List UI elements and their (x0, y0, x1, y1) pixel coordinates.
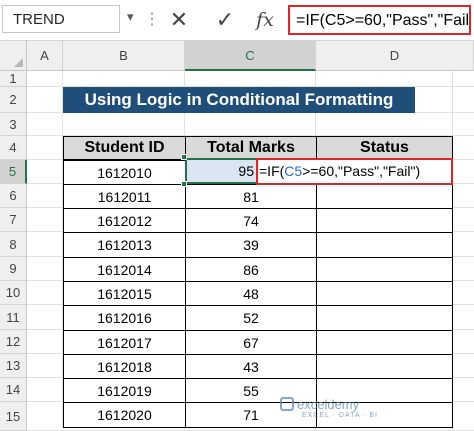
student-id-cell[interactable]: 1612010 (63, 160, 186, 185)
formula-input[interactable]: =IF(C5>=60,"Pass","Fail") (288, 5, 471, 35)
insert-function-button[interactable]: fx (247, 5, 283, 35)
row-header-10[interactable]: 10 (0, 281, 27, 305)
status-cell[interactable] (316, 208, 453, 233)
exceldemy-logo-icon (280, 397, 294, 411)
name-box-dropdown-icon[interactable]: ▾ (127, 9, 134, 25)
total-marks-cell[interactable]: 81 (185, 184, 317, 209)
total-marks-cell[interactable]: 86 (185, 257, 317, 282)
formula-prefix: =IF( (259, 163, 285, 179)
student-id-cell[interactable]: 1612015 (63, 281, 186, 306)
more-options-icon[interactable]: ⋮ (144, 9, 160, 29)
row-header-15[interactable]: 15 (0, 402, 27, 431)
formula-bar: TREND ▾ ⋮ ✕ ✓ fx =IF(C5>=60,"Pass","Fail… (0, 0, 474, 41)
cancel-button[interactable]: ✕ (161, 5, 197, 35)
active-cell-c5[interactable]: 95 (185, 158, 258, 184)
student-id-cell[interactable]: 1612014 (63, 257, 186, 282)
status-cell[interactable] (316, 257, 453, 282)
row-header-4[interactable]: 4 (0, 136, 27, 160)
total-marks-cell[interactable]: 39 (185, 232, 317, 258)
student-id-cell[interactable]: 1612019 (63, 378, 186, 403)
row-header-1[interactable]: 1 (0, 71, 27, 87)
header-student-id[interactable]: Student ID (63, 136, 186, 160)
column-header-c[interactable]: C (185, 41, 316, 71)
column-header-d[interactable]: D (316, 41, 474, 71)
watermark: exceldemy EXCEL · DATA · BI (280, 397, 377, 419)
student-id-cell[interactable]: 1612020 (63, 402, 186, 428)
row-header-14[interactable]: 14 (0, 378, 27, 402)
student-id-cell[interactable]: 1612017 (63, 330, 186, 355)
column-header-a[interactable]: A (27, 41, 63, 71)
row-header-8[interactable]: 8 (0, 232, 27, 257)
total-marks-cell[interactable]: 67 (185, 330, 317, 355)
row-header-11[interactable]: 11 (0, 305, 27, 330)
total-marks-cell[interactable]: 48 (185, 281, 317, 306)
student-id-cell[interactable]: 1612011 (63, 184, 186, 209)
selection-handle[interactable] (181, 154, 187, 160)
status-cell[interactable] (316, 184, 453, 209)
title-banner[interactable]: Using Logic in Conditional Formatting (63, 87, 415, 113)
header-total-marks[interactable]: Total Marks (185, 136, 317, 160)
student-id-cell[interactable]: 1612016 (63, 305, 186, 331)
formula-cell-reference: C5 (284, 163, 303, 179)
status-cell[interactable] (316, 330, 453, 355)
row-header-6[interactable]: 6 (0, 184, 27, 208)
status-cell[interactable] (316, 281, 453, 306)
select-all-button[interactable] (0, 41, 27, 71)
student-id-cell[interactable]: 1612012 (63, 208, 186, 233)
total-marks-cell[interactable]: 43 (185, 354, 317, 379)
select-all-icon (14, 58, 23, 67)
watermark-subtext: EXCEL · DATA · BI (302, 412, 378, 419)
row-header-5[interactable]: 5 (0, 160, 27, 184)
row-header-2[interactable]: 2 (0, 87, 27, 113)
column-header-b[interactable]: B (63, 41, 185, 71)
header-status[interactable]: Status (316, 136, 453, 160)
total-marks-cell[interactable]: 74 (185, 208, 317, 233)
status-cell[interactable] (316, 232, 453, 258)
in-cell-formula-editor[interactable]: =IF(C5>=60,"Pass","Fail") (256, 158, 453, 185)
row-header-13[interactable]: 13 (0, 354, 27, 378)
row-header-9[interactable]: 9 (0, 257, 27, 281)
selection-handle[interactable] (181, 181, 187, 187)
row-header-3[interactable]: 3 (0, 113, 27, 136)
student-id-cell[interactable]: 1612013 (63, 232, 186, 258)
name-box[interactable]: TREND (2, 5, 120, 33)
enter-button[interactable]: ✓ (207, 5, 243, 35)
formula-suffix: >=60,"Pass","Fail") (302, 163, 421, 179)
row-header-7[interactable]: 7 (0, 208, 27, 232)
row-header-12[interactable]: 12 (0, 330, 27, 354)
student-id-cell[interactable]: 1612018 (63, 354, 186, 379)
status-cell[interactable] (316, 354, 453, 379)
total-marks-cell[interactable]: 52 (185, 305, 317, 331)
watermark-text: exceldemy (297, 397, 360, 412)
status-cell[interactable] (316, 305, 453, 331)
